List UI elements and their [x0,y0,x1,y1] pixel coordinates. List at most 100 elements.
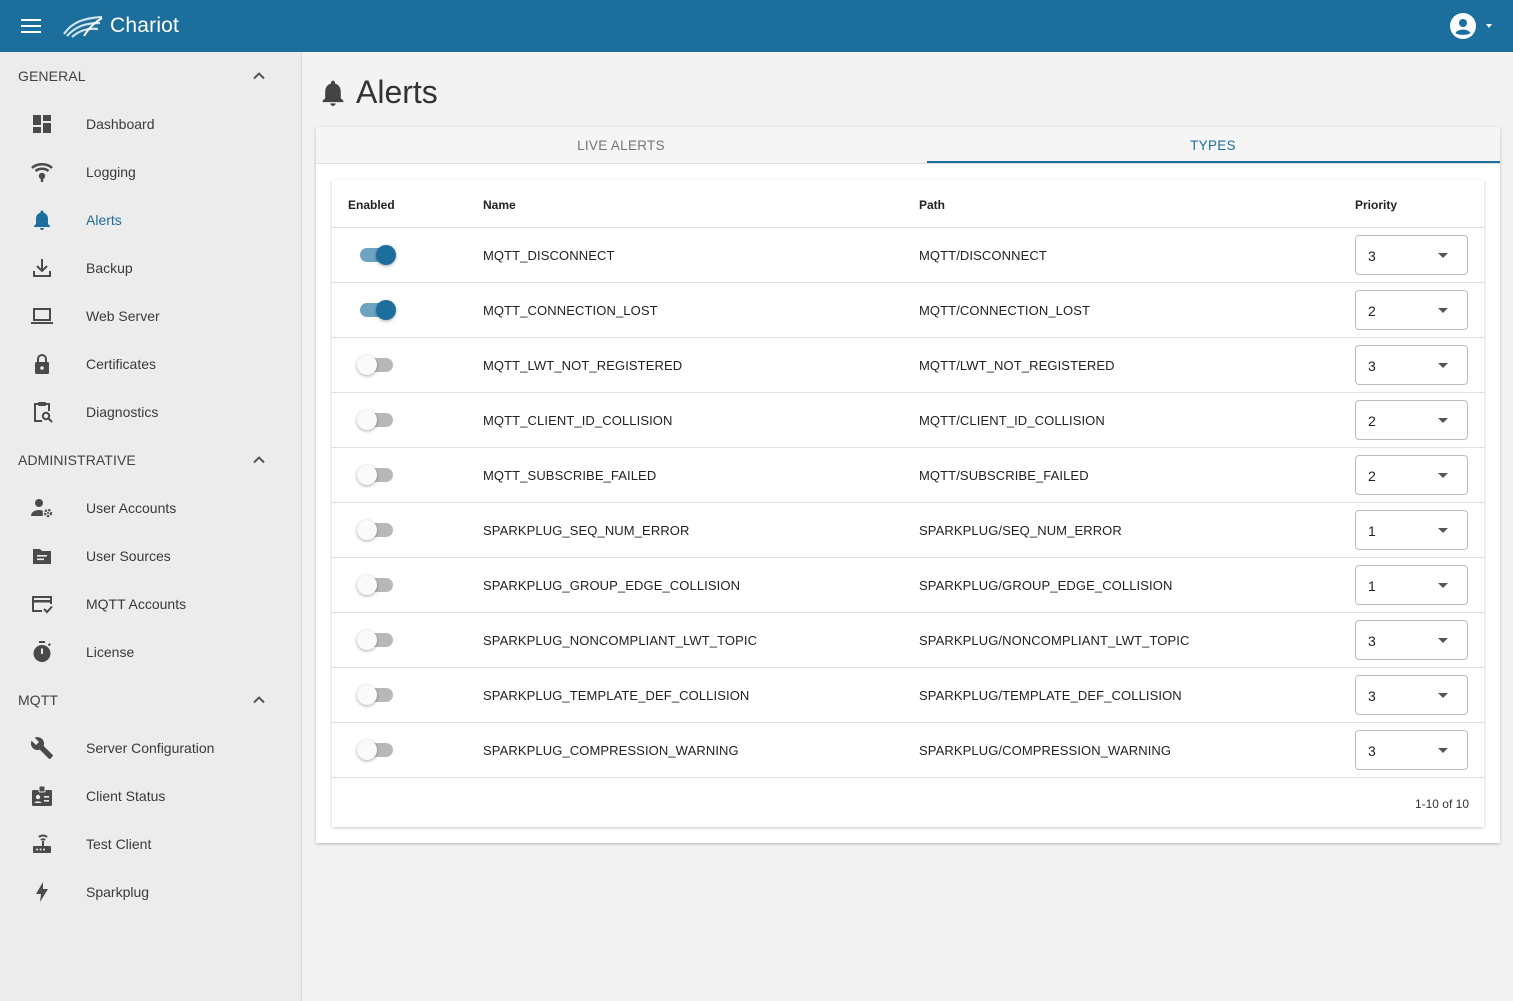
active-tab-indicator [927,161,1500,163]
enabled-toggle[interactable] [357,355,395,375]
sidebar-item-web-server[interactable]: Web Server [0,292,301,340]
tab-live-alerts[interactable]: LIVE ALERTS [316,127,926,164]
priority-select[interactable]: 2 [1355,455,1468,495]
laptop-icon [31,308,53,324]
enabled-toggle[interactable] [357,520,395,540]
priority-value: 3 [1368,688,1376,704]
priority-select[interactable]: 2 [1355,290,1468,330]
column-header-name[interactable]: Name [483,198,516,212]
wrench-icon [30,737,53,759]
alert-name: MQTT_SUBSCRIBE_FAILED [483,468,657,483]
menu-icon[interactable] [19,14,43,38]
toggle-knob [357,410,377,430]
enabled-toggle[interactable] [357,630,395,650]
enabled-toggle[interactable] [357,740,395,760]
dropdown-arrow-icon [1438,528,1448,533]
bolt-icon [36,882,48,902]
table-row: SPARKPLUG_NONCOMPLIANT_LWT_TOPIC SPARKPLU… [332,613,1484,668]
download-icon [33,259,51,277]
priority-select[interactable]: 3 [1355,730,1468,770]
priority-select[interactable]: 3 [1355,620,1468,660]
account-menu[interactable] [1449,12,1495,40]
alert-name: SPARKPLUG_NONCOMPLIANT_LWT_TOPIC [483,633,758,648]
enabled-toggle[interactable] [357,465,395,485]
sidebar: GENERAL Dashboard Logging Alerts Backup … [0,52,302,1001]
toggle-knob [376,300,396,320]
section-mqtt[interactable]: MQTT [0,676,301,724]
sidebar-item-server-configuration[interactable]: Server Configuration [0,724,301,772]
alert-path: MQTT/CONNECTION_LOST [919,303,1091,318]
priority-select[interactable]: 3 [1355,675,1468,715]
folder-icon [33,549,51,564]
page-title: Alerts [320,74,438,111]
column-header-enabled[interactable]: Enabled [348,198,395,212]
sidebar-item-label: Dashboard [86,116,155,132]
column-header-priority[interactable]: Priority [1355,198,1397,212]
sidebar-item-test-client[interactable]: Test Client [0,820,301,868]
caret-down-icon [1486,24,1492,28]
table-row: MQTT_CLIENT_ID_COLLISION MQTT/CLIENT_ID_C… [332,393,1484,448]
enabled-toggle[interactable] [357,410,395,430]
sidebar-item-label: User Accounts [86,500,177,516]
app-title: Chariot [110,14,180,37]
sidebar-item-diagnostics[interactable]: Diagnostics [0,388,301,436]
chevron-up-icon [253,456,265,464]
alert-path: MQTT/CLIENT_ID_COLLISION [919,413,1105,428]
sidebar-item-user-sources[interactable]: User Sources [0,532,301,580]
dropdown-arrow-icon [1438,638,1448,643]
alert-path: SPARKPLUG/COMPRESSION_WARNING [919,743,1172,758]
alert-types-table: Enabled Name Path Priority MQTT_DISCONNE… [332,180,1484,827]
alert-name: MQTT_LWT_NOT_REGISTERED [483,358,683,373]
priority-select[interactable]: 1 [1355,510,1468,550]
alert-path: SPARKPLUG/TEMPLATE_DEF_COLLISION [919,688,1182,703]
enabled-toggle[interactable] [357,685,395,705]
alert-name: SPARKPLUG_GROUP_EDGE_COLLISION [483,578,741,593]
priority-value: 3 [1368,633,1376,649]
enabled-toggle[interactable] [359,300,396,320]
dropdown-arrow-icon [1438,473,1448,478]
priority-value: 1 [1368,523,1376,539]
dashboard-icon [33,115,51,133]
priority-select[interactable]: 1 [1355,565,1468,605]
priority-select[interactable]: 3 [1355,345,1468,385]
tab-types[interactable]: TYPES [926,127,1500,164]
toggle-knob [357,520,377,540]
column-header-path[interactable]: Path [919,198,945,212]
enabled-toggle[interactable] [359,245,396,265]
enabled-toggle[interactable] [357,575,395,595]
sidebar-item-label: Web Server [86,308,160,324]
sidebar-item-logging[interactable]: Logging [0,148,301,196]
section-general[interactable]: GENERAL [0,52,301,100]
section-title: ADMINISTRATIVE [18,452,136,468]
table-row: SPARKPLUG_TEMPLATE_DEF_COLLISION SPARKPLU… [332,668,1484,723]
alert-path: MQTT/SUBSCRIBE_FAILED [919,468,1089,483]
sidebar-item-label: MQTT Accounts [86,596,187,612]
sidebar-item-user-accounts[interactable]: User Accounts [0,484,301,532]
toggle-knob [357,740,377,760]
priority-value: 3 [1368,248,1376,264]
sidebar-item-label: Client Status [86,788,166,804]
sidebar-item-client-status[interactable]: Client Status [0,772,301,820]
sidebar-item-dashboard[interactable]: Dashboard [0,100,301,148]
alert-name: MQTT_DISCONNECT [483,248,615,263]
chevron-up-icon [253,696,265,704]
priority-value: 2 [1368,468,1376,484]
alert-name: MQTT_CLIENT_ID_COLLISION [483,413,673,428]
sidebar-item-license[interactable]: License [0,628,301,676]
sidebar-item-label: License [86,644,135,660]
sidebar-item-certificates[interactable]: Certificates [0,340,301,388]
app-logo[interactable]: Chariot [62,14,179,38]
sidebar-item-alerts[interactable]: Alerts [0,196,301,244]
priority-select[interactable]: 2 [1355,400,1468,440]
dropdown-arrow-icon [1438,583,1448,588]
sidebar-item-backup[interactable]: Backup [0,244,301,292]
table-row: SPARKPLUG_SEQ_NUM_ERROR SPARKPLUG/SEQ_NUM… [332,503,1484,558]
sidebar-item-mqtt-accounts[interactable]: MQTT Accounts [0,580,301,628]
section-administrative[interactable]: ADMINISTRATIVE [0,436,301,484]
priority-value: 2 [1368,413,1376,429]
toggle-knob [357,575,377,595]
sidebar-item-sparkplug[interactable]: Sparkplug [0,868,301,916]
priority-select[interactable]: 3 [1355,235,1468,275]
alert-path: SPARKPLUG/SEQ_NUM_ERROR [919,523,1122,538]
router-icon [33,834,51,853]
